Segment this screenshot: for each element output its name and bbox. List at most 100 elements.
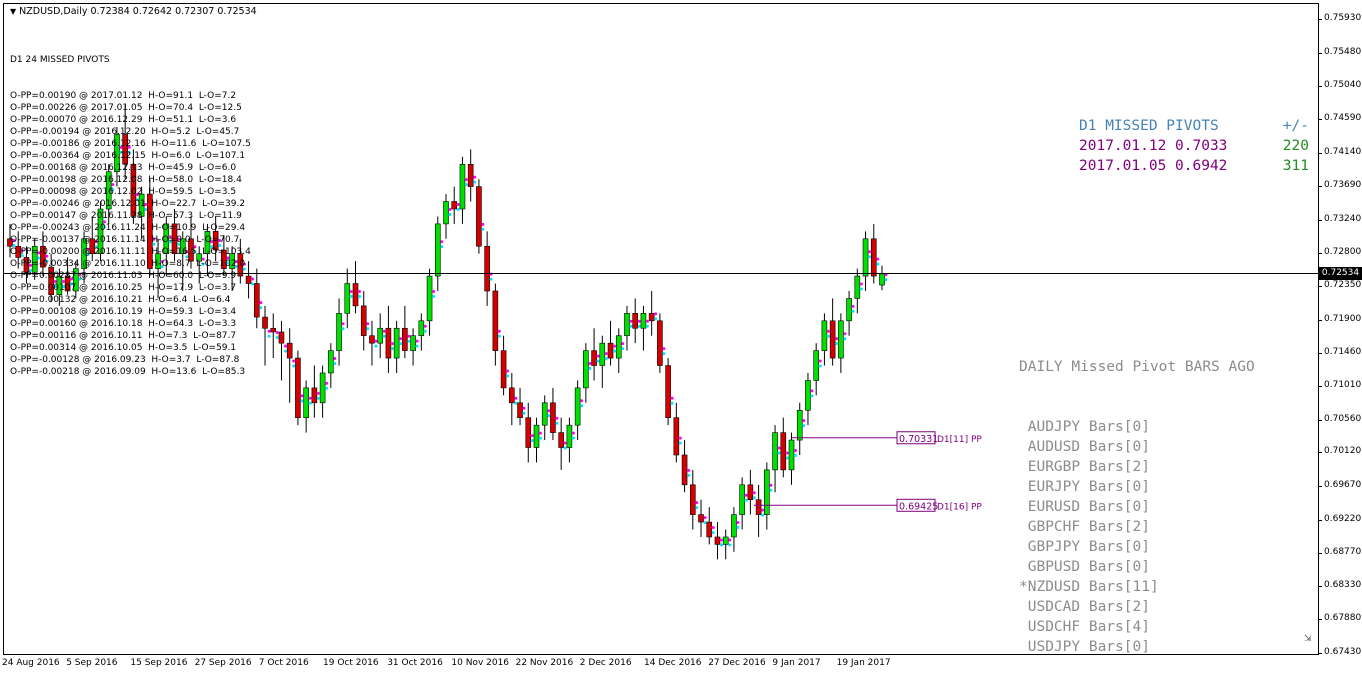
pivot-dot xyxy=(769,483,773,487)
pivot-dot xyxy=(826,334,830,338)
bars-ago-item: *NZDUSD Bars[11] xyxy=(1019,579,1159,595)
pivot-dot xyxy=(390,347,394,351)
y-tick-label: 0.73690 xyxy=(1324,180,1362,191)
pivot-dot xyxy=(761,513,765,517)
missed-pivot-diff: 220 xyxy=(1282,138,1309,154)
missed-pivot-line: O-PP=-0.00364 @ 2016.12.15 H-O=6.0 L-O=1… xyxy=(10,151,246,161)
pivot-dot xyxy=(267,329,271,333)
bull-candle xyxy=(328,350,334,374)
pivot-dot xyxy=(456,203,460,207)
pivot-dot xyxy=(785,456,789,460)
bull-candle xyxy=(772,432,778,471)
pivot-dot xyxy=(868,255,872,259)
pivot-dot xyxy=(349,289,353,293)
pivot-dot xyxy=(785,451,789,455)
bars-ago-item: GBPUSD Bars[0] xyxy=(1019,559,1150,575)
pivot-dot xyxy=(662,352,666,356)
pivot-dot xyxy=(826,329,830,333)
bear-candle xyxy=(467,163,474,187)
bull-candle xyxy=(764,469,770,515)
missed-pivot-line: O-PP=0.00314 @ 2016.10.05 H-O=3.5 L-O=59… xyxy=(10,343,237,353)
pivot-dot xyxy=(794,448,798,452)
bars-ago-item: EURUSD Bars[0] xyxy=(1019,499,1150,515)
bull-candle xyxy=(336,313,342,351)
missed-pivots-panel: D1 MISSED PIVOTS +/- 2017.01.12 0.7033 2… xyxy=(1079,116,1309,176)
bull-candle xyxy=(739,484,745,515)
pivot-dot xyxy=(571,431,575,435)
bear-candle xyxy=(369,335,375,344)
pivot-dot xyxy=(283,344,287,348)
pivot-dot xyxy=(851,304,855,308)
bull-candle xyxy=(426,275,433,322)
bull-candle xyxy=(377,327,383,344)
bear-candle xyxy=(558,432,564,448)
pivot-dot xyxy=(662,347,666,351)
bull-candle xyxy=(640,313,647,329)
x-tick-label: 22 Nov 2016 xyxy=(515,658,574,668)
x-tick-label: 7 Oct 2016 xyxy=(258,658,309,668)
bear-candle xyxy=(714,536,721,545)
y-tick-mark xyxy=(1318,252,1322,254)
bear-candle xyxy=(253,283,260,318)
pivot-dot xyxy=(736,526,740,530)
missed-pivot-line: O-PP=0.00226 @ 2017.01.05 H-O=70.4 L-O=1… xyxy=(10,103,242,113)
bear-candle xyxy=(352,283,359,307)
y-tick-label: 0.72350 xyxy=(1324,280,1362,291)
bear-candle xyxy=(673,417,680,456)
pivot-dot xyxy=(440,245,444,249)
missed-pivot-tag: D1[16] PP xyxy=(937,502,982,512)
missed-pivot-diff: 311 xyxy=(1282,158,1309,174)
y-tick-mark xyxy=(1318,219,1322,221)
pivot-dot xyxy=(711,526,715,530)
chart-shift-icon[interactable]: ⇲ xyxy=(1304,634,1312,644)
y-tick-mark xyxy=(1318,352,1322,354)
x-tick-label: 9 Jan 2017 xyxy=(772,658,821,668)
y-tick-mark xyxy=(1318,319,1322,321)
pivot-dot xyxy=(777,446,781,450)
pivot-dot xyxy=(506,374,510,378)
bull-candle xyxy=(854,275,861,299)
bull-candle xyxy=(821,320,828,351)
x-tick-label: 24 Aug 2016 xyxy=(2,658,60,668)
y-tick-label: 0.75040 xyxy=(1324,79,1362,90)
pivot-dot xyxy=(654,312,658,316)
bars-ago-item: USDCAD Bars[2] xyxy=(1019,599,1150,615)
pivot-dot xyxy=(292,359,296,363)
chevron-down-icon[interactable]: ▼ xyxy=(10,7,16,16)
bear-candle xyxy=(500,350,507,389)
pivot-dot xyxy=(259,301,263,305)
time-axis[interactable]: 24 Aug 2016 5 Sep 2016 15 Sep 2016 27 Sep 2… xyxy=(0,656,1318,675)
chart-plot-area[interactable]: 0.70331 D1[11] PP 0.69425 D1[16] PP ▼ NZDUSD… xyxy=(3,3,1319,655)
bull-candle xyxy=(418,320,425,337)
bear-candle xyxy=(286,342,293,359)
missed-pivot-line: O-PP=0.00160 @ 2016.10.18 H-O=64.3 L-O=3… xyxy=(10,319,237,329)
bars-ago-item: USDCHF Bars[4] xyxy=(1019,619,1150,635)
bear-candle xyxy=(665,365,671,419)
pivot-dot xyxy=(695,501,699,505)
pivot-dot xyxy=(333,357,337,361)
price-axis[interactable]: 0.75930 0.75480 0.75040 0.74590 0.74140 0.736… xyxy=(1318,0,1362,657)
bull-candle xyxy=(722,536,729,545)
pivot-dot xyxy=(456,208,460,212)
bear-candle xyxy=(311,387,318,404)
bear-candle xyxy=(550,402,556,433)
y-tick-mark xyxy=(1318,452,1322,454)
symbol-header: ▼ NZDUSD,Daily 0.72384 0.72642 0.72307 0.… xyxy=(10,6,257,17)
bull-candle xyxy=(805,380,811,411)
pivot-dot xyxy=(514,396,518,400)
bull-candle xyxy=(566,424,573,448)
pivot-dot xyxy=(678,436,682,440)
x-tick-label: 14 Dec 2016 xyxy=(644,658,702,668)
bear-candle xyxy=(706,521,713,538)
pivot-dot xyxy=(349,294,353,298)
x-tick-label: 10 Nov 2016 xyxy=(451,658,510,668)
pivot-dot xyxy=(876,257,880,261)
pivot-dot xyxy=(794,453,798,457)
y-tick-mark xyxy=(1318,152,1322,154)
pivot-dot xyxy=(538,436,542,440)
pivot-dot xyxy=(629,319,633,323)
pivot-dot xyxy=(687,473,691,477)
pivot-dot xyxy=(308,401,312,405)
missed-pivots-panel-header: D1 MISSED PIVOTS +/- xyxy=(1079,116,1309,136)
pivot-dot xyxy=(802,424,806,428)
